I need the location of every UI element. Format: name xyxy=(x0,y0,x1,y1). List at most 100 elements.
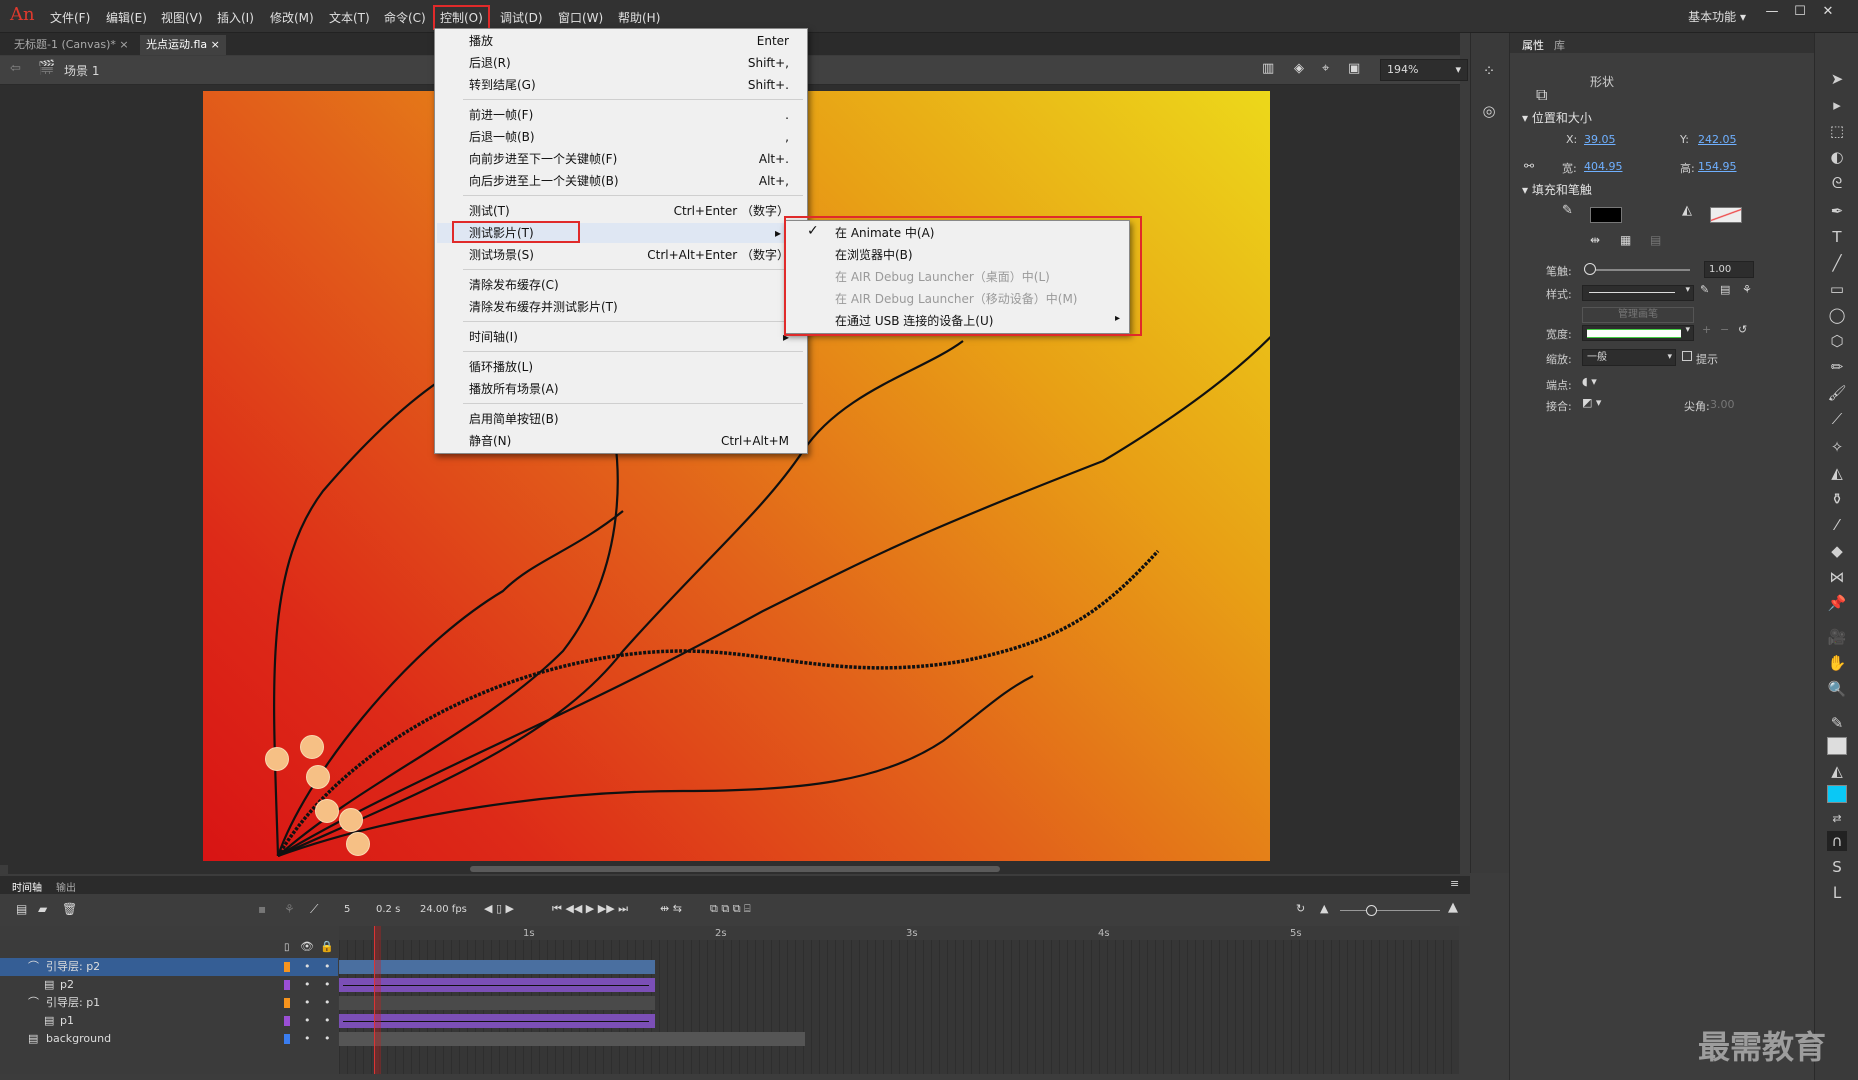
tab-output[interactable]: 输出 xyxy=(56,879,76,894)
frame-span-background[interactable] xyxy=(339,1032,805,1046)
cap-select[interactable]: ◖ ▾ xyxy=(1582,375,1597,388)
tween-span-p1[interactable] xyxy=(339,1014,655,1028)
menu-item-test-scene[interactable]: 测试场景(S) Ctrl+Alt+Enter （数字） xyxy=(469,245,789,265)
manage-brushes-button[interactable]: 管理画笔 xyxy=(1582,307,1694,323)
menu-insert[interactable]: 插入(I) xyxy=(217,9,254,26)
bone-tool-icon[interactable]: ✧ xyxy=(1827,437,1847,457)
smooth-icon[interactable]: S xyxy=(1827,857,1847,877)
layer-p2[interactable]: ▤ p2 • • xyxy=(0,976,338,994)
center-frame-icon[interactable]: ↻ xyxy=(1296,902,1305,915)
minimize-icon[interactable]: — xyxy=(1760,4,1784,24)
polystar-icon[interactable]: ⬡ xyxy=(1827,331,1847,351)
menu-item-simple-buttons[interactable]: 启用简单按钮(B) xyxy=(469,409,789,429)
tab-close-icon[interactable]: × xyxy=(119,38,128,51)
zoom-out-icon[interactable]: ▲ xyxy=(1320,902,1328,915)
menu-file[interactable]: 文件(F) xyxy=(50,9,90,26)
scale-select[interactable]: 一般 ▾ xyxy=(1582,349,1676,366)
zoom-in-icon[interactable]: ▲ xyxy=(1448,900,1458,915)
pen-icon[interactable]: ✒ xyxy=(1827,201,1847,221)
snap-to-objects-icon[interactable]: ∩ xyxy=(1827,831,1847,851)
black-white-icon[interactable]: ▦ xyxy=(1620,233,1631,247)
menu-text[interactable]: 文本(T) xyxy=(329,9,370,26)
menu-item-mute[interactable]: 静音(N) Ctrl+Alt+M xyxy=(469,431,789,451)
line-tool-icon[interactable]: ╱ xyxy=(1827,253,1847,273)
elapsed-time[interactable]: 0.2 s xyxy=(376,904,400,915)
stroke-color-swatch[interactable] xyxy=(1590,207,1622,223)
edit-style-icon[interactable]: ✎ xyxy=(1700,283,1709,296)
clip-content-icon[interactable]: ▣ xyxy=(1348,61,1360,76)
stroke-slider[interactable] xyxy=(1584,269,1690,271)
tween-span-p2[interactable] xyxy=(339,978,655,992)
menu-edit[interactable]: 编辑(E) xyxy=(106,9,147,26)
eyedropper-icon[interactable]: ⁄ xyxy=(1827,515,1847,535)
light-dot[interactable] xyxy=(315,799,339,823)
pin-icon[interactable]: 📌 xyxy=(1827,593,1847,613)
eye-icon[interactable]: 👁 xyxy=(300,940,314,953)
join-select[interactable]: ◩ ▾ xyxy=(1582,396,1601,409)
menu-item-test[interactable]: 测试(T) Ctrl+Enter （数字） xyxy=(469,201,789,221)
layer-p1[interactable]: ▤ p1 • • xyxy=(0,1012,338,1030)
cc-libraries-icon[interactable]: ◎ xyxy=(1479,101,1499,121)
width-profile-select[interactable]: ▾ xyxy=(1582,325,1694,341)
menu-item-clear-cache-test[interactable]: 清除发布缓存并测试影片(T) xyxy=(469,297,789,317)
swap-colors-tool-icon[interactable]: ⇄ xyxy=(1827,809,1847,829)
menu-commands[interactable]: 命令(C) xyxy=(384,9,426,26)
straighten-icon[interactable]: ᒪ xyxy=(1827,883,1847,903)
hint-checkbox[interactable] xyxy=(1682,351,1692,361)
camera-icon[interactable]: 🎥 xyxy=(1827,627,1847,647)
frame-grid[interactable] xyxy=(339,926,1459,1074)
new-folder-icon[interactable]: ▰ xyxy=(38,902,47,916)
text-tool-icon[interactable]: T xyxy=(1827,227,1847,247)
tab-properties[interactable]: 属性 xyxy=(1522,37,1544,53)
light-dot[interactable] xyxy=(300,735,324,759)
light-dot[interactable] xyxy=(265,747,289,771)
loop-icon[interactable]: ⇹ ⇆ xyxy=(660,902,682,915)
menu-modify[interactable]: 修改(M) xyxy=(270,9,314,26)
stroke-color-icon[interactable]: ✎ xyxy=(1827,713,1847,733)
menu-item-timeline[interactable]: 时间轴(I) ▸ xyxy=(469,327,789,347)
3d-rotation-icon[interactable]: ◐ xyxy=(1827,147,1847,167)
lock-icon[interactable]: 🔒 xyxy=(320,940,334,953)
new-layer-icon[interactable]: ▤ xyxy=(16,902,27,916)
tab-fla[interactable]: 光点运动.fla × xyxy=(140,35,226,55)
eraser-icon[interactable]: ◆ xyxy=(1827,541,1847,561)
current-frame[interactable]: 5 xyxy=(344,904,350,915)
add-width-icon[interactable]: + xyxy=(1702,323,1711,336)
light-dot[interactable] xyxy=(346,832,370,856)
playback-controls[interactable]: ⏮ ◀◀ ▶ ▶▶ ⏭ xyxy=(552,902,628,916)
camera-toggle-icon[interactable]: ▪ xyxy=(258,902,266,916)
brush-library-icon[interactable]: ▤ xyxy=(1720,283,1730,296)
zoom-select[interactable]: 194% ▾ xyxy=(1380,59,1468,81)
menu-view[interactable]: 视图(V) xyxy=(161,9,203,26)
free-transform-icon[interactable]: ⬚ xyxy=(1827,121,1847,141)
fill-color-chip[interactable] xyxy=(1827,785,1847,803)
edit-scene-icon[interactable]: ▥ xyxy=(1262,61,1274,76)
swap-colors-icon[interactable]: ⇹ xyxy=(1590,233,1600,247)
menu-item-rewind[interactable]: 后退(R) Shift+, xyxy=(469,53,789,73)
workspace-switcher[interactable]: 基本功能 ▾ xyxy=(1688,8,1746,25)
tab-untitled[interactable]: 无标题-1 (Canvas)* × xyxy=(8,35,135,55)
center-stage-icon[interactable]: ⌖ xyxy=(1322,61,1329,76)
fill-stroke-section[interactable]: ▾ 填充和笔触 xyxy=(1522,181,1592,198)
motion-presets-icon[interactable]: ⁘ xyxy=(1479,61,1499,81)
width-value[interactable]: 404.95 xyxy=(1584,160,1623,173)
edit-symbols-icon[interactable]: ◈ xyxy=(1294,61,1304,76)
no-color-icon[interactable]: ▤ xyxy=(1650,233,1661,247)
layer-background[interactable]: ▤ background • • xyxy=(0,1030,338,1048)
remove-width-icon[interactable]: − xyxy=(1720,323,1729,336)
miter-value[interactable]: 3.00 xyxy=(1710,398,1735,411)
fill-color-swatch[interactable] xyxy=(1710,207,1742,223)
menu-window[interactable]: 窗口(W) xyxy=(558,9,603,26)
graph-icon[interactable]: ⟋ xyxy=(310,902,318,917)
layer-guide-p2[interactable]: ⌒ 引导层: p2 • • xyxy=(0,958,338,976)
frame-span-guide-p2[interactable] xyxy=(339,960,655,974)
y-value[interactable]: 242.05 xyxy=(1698,133,1737,146)
light-dot[interactable] xyxy=(339,808,363,832)
onion-skin-icons[interactable]: ⧉ ⧉ ⧉ ⌸ xyxy=(710,902,751,916)
menu-item-step-backward[interactable]: 后退一帧(B), xyxy=(469,127,789,147)
menu-item-next-keyframe[interactable]: 向前步进至下一个关键帧(F) Alt+. xyxy=(469,149,789,169)
back-arrow-icon[interactable]: ⇦ xyxy=(10,61,21,76)
maximize-icon[interactable]: ☐ xyxy=(1788,4,1812,24)
subselection-tool-icon[interactable]: ▸ xyxy=(1827,95,1847,115)
layer-parenting-icon[interactable]: ⚘ xyxy=(284,902,295,916)
